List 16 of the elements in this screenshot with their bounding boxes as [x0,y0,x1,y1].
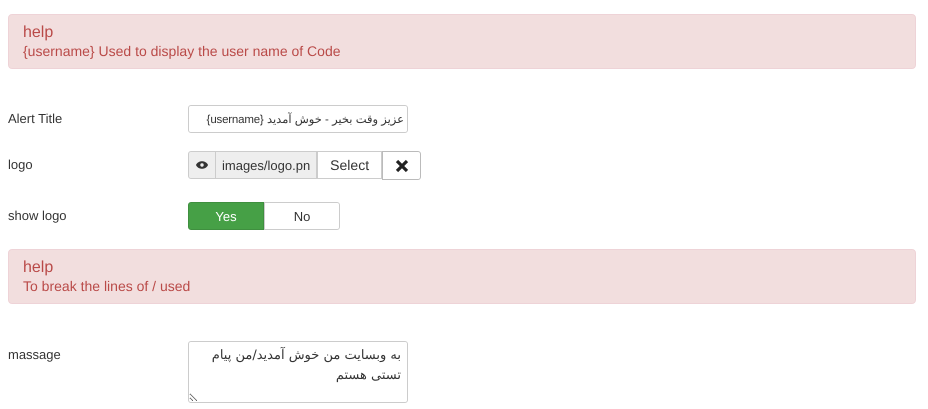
eye-icon[interactable] [188,151,216,179]
message-textarea[interactable]: به وبسایت من خوش آمدید/من پیام تستی هستم [188,341,408,403]
select-button[interactable]: Select [317,151,382,179]
field-label: Alert Title [8,110,64,126]
field-label: massage [8,346,62,362]
text-field[interactable]: عزیز وقت بخیر - خوش آمدید {username} [188,105,408,133]
field-label: show logo [8,207,68,223]
toggle-option[interactable]: No [264,202,340,230]
help-text: {username} Used to display the user name of Code [23,42,342,60]
close-button[interactable] [382,151,422,180]
path-field: images/logo.pn [216,151,318,179]
help-title: help [23,259,54,277]
field-label: logo [8,156,34,172]
help-title: help [23,24,54,42]
close-icon [394,158,409,172]
help-text: To break the lines of / used [23,277,192,295]
